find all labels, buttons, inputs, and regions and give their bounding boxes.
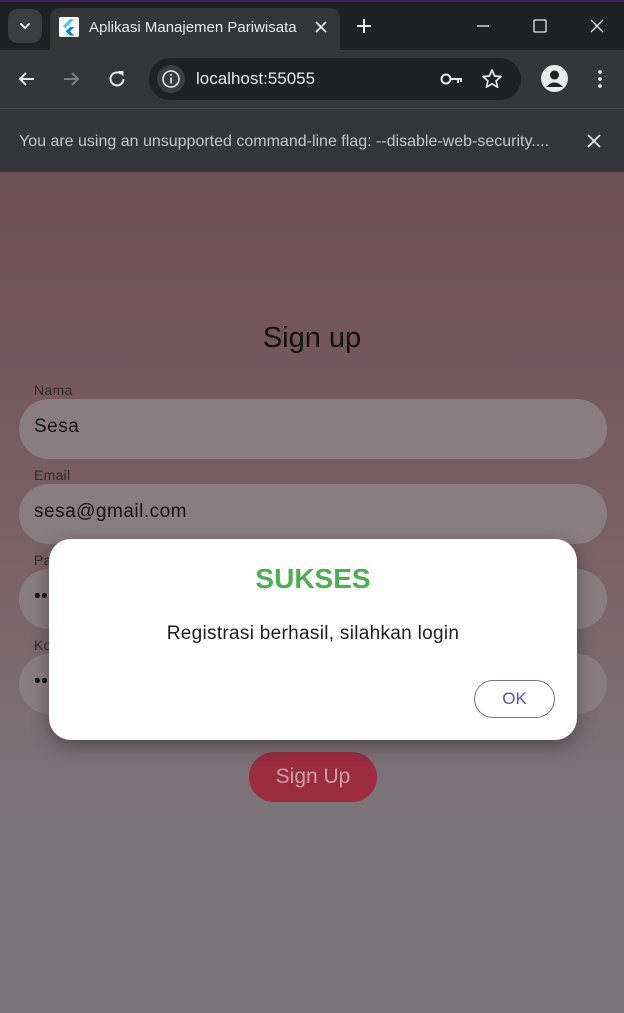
- dialog-message: Registrasi berhasil, silahkan login: [166, 623, 460, 644]
- forward-icon[interactable]: [59, 67, 83, 91]
- ok-button[interactable]: OK: [474, 680, 555, 718]
- star-icon[interactable]: [480, 67, 504, 91]
- url-text: localhost:55055: [196, 69, 316, 88]
- browser-tab[interactable]: Aplikasi Manajemen Pariwisata: [50, 8, 340, 52]
- dialog-title: SUKSES: [255, 563, 371, 594]
- name-input[interactable]: [19, 399, 607, 459]
- email-value: sesa@gmail.com: [34, 501, 187, 522]
- close-window-icon[interactable]: [585, 14, 609, 38]
- chevron-down-icon: [20, 23, 30, 30]
- password-value: ••: [34, 586, 49, 607]
- site-info-button[interactable]: [157, 65, 185, 93]
- tab-title: Aplikasi Manajemen Pariwisata: [89, 19, 297, 36]
- close-icon[interactable]: [584, 131, 604, 151]
- name-value: Sesa: [34, 416, 80, 437]
- minimize-icon[interactable]: [471, 14, 495, 38]
- flutter-icon: [59, 17, 79, 37]
- success-dialog: SUKSES Registrasi berhasil, silahkan log…: [49, 539, 577, 740]
- confirm-password-value: ••: [34, 671, 49, 692]
- infobar-message: You are using an unsupported command-lin…: [19, 133, 550, 150]
- key-icon[interactable]: [439, 68, 465, 90]
- plus-icon[interactable]: [354, 16, 374, 36]
- info-icon: [162, 70, 180, 88]
- browser-toolbar: localhost:55055: [0, 50, 624, 108]
- reload-icon[interactable]: [105, 67, 129, 91]
- more-vert-icon[interactable]: [588, 67, 612, 91]
- back-icon[interactable]: [15, 67, 39, 91]
- address-bar[interactable]: localhost:55055: [149, 58, 521, 100]
- name-label: Nama: [34, 382, 73, 398]
- close-tab-icon[interactable]: [312, 18, 330, 36]
- email-label: Email: [34, 467, 71, 483]
- tab-strip: Aplikasi Manajemen Pariwisata: [0, 0, 624, 52]
- person-icon: [546, 70, 563, 87]
- profile-icon[interactable]: [541, 65, 568, 92]
- signup-button[interactable]: Sign Up: [249, 752, 377, 802]
- page-title: Sign up: [262, 322, 362, 354]
- warning-infobar: You are using an unsupported command-lin…: [0, 108, 624, 172]
- maximize-icon[interactable]: [528, 14, 552, 38]
- tab-search-button[interactable]: [8, 9, 42, 43]
- email-field[interactable]: Email sesa@gmail.com: [19, 467, 607, 544]
- name-field[interactable]: Nama Sesa: [19, 382, 607, 459]
